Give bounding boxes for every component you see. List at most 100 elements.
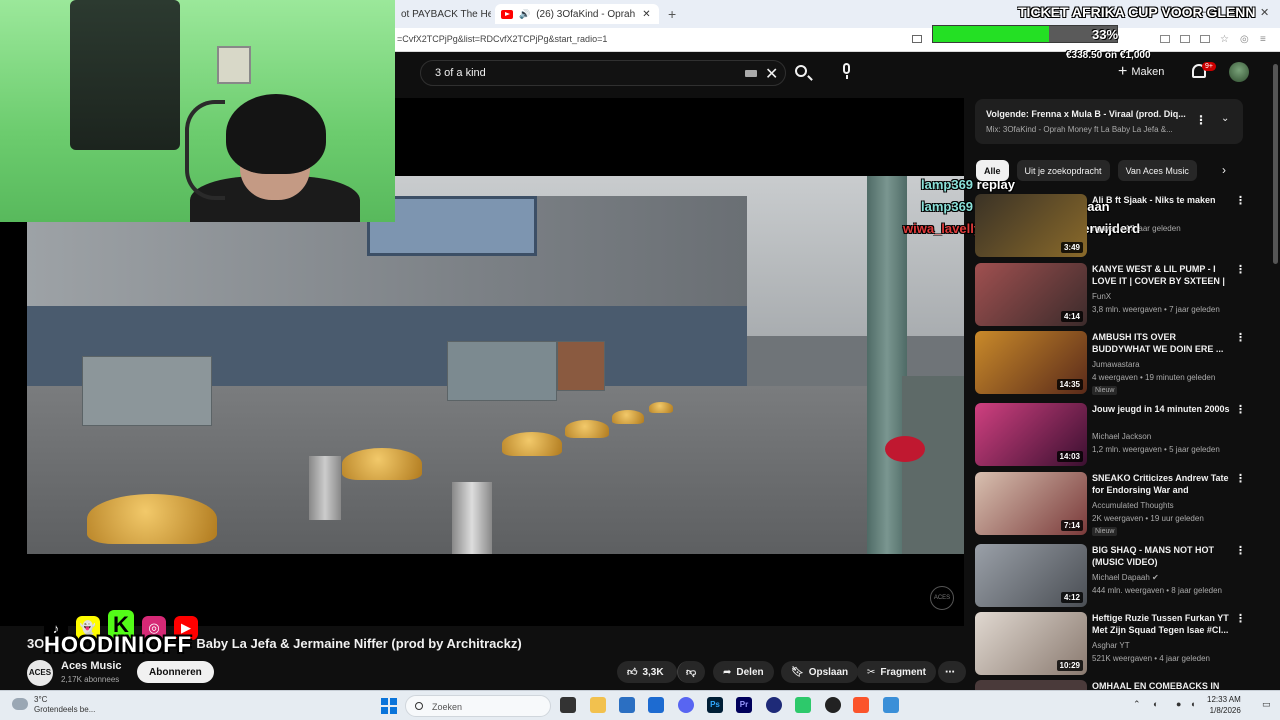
menu-icon[interactable]: ≡ bbox=[1260, 34, 1266, 45]
item-menu-icon[interactable]: ⋮ bbox=[1235, 331, 1246, 344]
shield-icon[interactable]: ◎ bbox=[1240, 34, 1249, 45]
recommendation-title[interactable]: Ali B ft Sjaak - Niks te maken bbox=[1092, 194, 1230, 206]
recommendation-item[interactable]: 14:03 Jouw jeugd in 14 minuten 2000s Mic… bbox=[975, 403, 1246, 467]
item-menu-icon[interactable]: ⋮ bbox=[1235, 544, 1246, 557]
recommendation-channel[interactable]: FunX bbox=[1092, 292, 1111, 301]
task-view-icon[interactable] bbox=[560, 697, 576, 713]
chip-all[interactable]: Alle bbox=[976, 160, 1009, 181]
item-menu-icon[interactable]: ⋮ bbox=[1235, 612, 1246, 625]
system-clock[interactable]: 12:33 AM 1/8/2026 bbox=[1207, 694, 1241, 716]
recommendation-item[interactable]: 7:14 SNEAKO Criticizes Andrew Tate for E… bbox=[975, 472, 1246, 536]
tray-overflow-icon[interactable]: ⌃ bbox=[1133, 699, 1141, 710]
app-icon[interactable] bbox=[883, 697, 899, 713]
search-input[interactable]: 3 of a kind ✕ bbox=[420, 60, 786, 86]
video-thumbnail[interactable]: 4:14 bbox=[975, 263, 1087, 326]
channel-name[interactable]: Aces Music bbox=[61, 660, 122, 672]
recommendation-channel[interactable]: Michael Jackson bbox=[1092, 432, 1151, 441]
discord-icon[interactable] bbox=[678, 697, 694, 713]
create-button[interactable]: + Maken bbox=[1118, 60, 1164, 84]
video-thumbnail[interactable] bbox=[975, 680, 1087, 690]
taskbar-search[interactable]: Zoeken bbox=[405, 695, 551, 717]
weather-widget[interactable]: 3°C Grotendeels be... bbox=[34, 695, 95, 715]
microphone-tray-icon[interactable]: ● bbox=[1176, 699, 1181, 709]
scrollbar-thumb[interactable] bbox=[1273, 64, 1278, 264]
video-thumbnail[interactable]: 3:49 bbox=[975, 194, 1087, 257]
arc-browser-icon[interactable] bbox=[766, 697, 782, 713]
search-button[interactable] bbox=[788, 61, 816, 87]
recommendation-channel[interactable]: Asghar YT bbox=[1092, 641, 1130, 650]
start-button[interactable] bbox=[381, 698, 397, 714]
browser-tab[interactable]: ot PAYBACK The Helmet bbox=[395, 4, 491, 24]
new-tab-button[interactable]: + bbox=[662, 4, 682, 24]
clip-button[interactable]: ✂ Fragment bbox=[857, 661, 936, 683]
chip-from-search[interactable]: Uit je zoekopdracht bbox=[1016, 160, 1110, 181]
up-next-menu-icon[interactable]: ⋮ bbox=[1195, 113, 1207, 127]
premiere-icon[interactable]: Pr bbox=[736, 697, 752, 713]
recommendation-channel[interactable]: Accumulated Thoughts bbox=[1092, 501, 1174, 510]
recommendation-channel[interactable]: Jumawastara bbox=[1092, 360, 1140, 369]
recommendation-title[interactable]: AMBUSH ITS OVER BUDDYWHAT WE DOIN ERE ..… bbox=[1092, 331, 1230, 355]
recommendation-title[interactable]: BIG SHAQ - MANS NOT HOT (MUSIC VIDEO) bbox=[1092, 544, 1230, 568]
search-query[interactable]: 3 of a kind bbox=[435, 67, 486, 79]
channel-watermark[interactable]: ACES bbox=[930, 586, 954, 610]
url-field[interactable]: =CvfX2TCPjPg&list=RDCvfX2TCPjPg&start_ra… bbox=[397, 34, 607, 44]
chip-from-channel[interactable]: Van Aces Music bbox=[1117, 160, 1197, 181]
recommendation-title[interactable]: KANYE WEST & LIL PUMP - I LOVE IT | COVE… bbox=[1092, 263, 1230, 288]
video-thumbnail[interactable]: 14:35 bbox=[975, 331, 1087, 394]
channel-avatar[interactable]: ACES bbox=[27, 660, 53, 686]
chevron-right-icon[interactable]: › bbox=[1222, 163, 1226, 177]
wallet-icon[interactable] bbox=[1200, 35, 1210, 43]
calculator-icon[interactable] bbox=[619, 697, 635, 713]
video-thumbnail[interactable]: 10:29 bbox=[975, 612, 1087, 675]
recommendation-item[interactable]: 4:12 BIG SHAQ - MANS NOT HOT (MUSIC VIDE… bbox=[975, 544, 1246, 608]
subscribe-button[interactable]: Abonneren bbox=[137, 661, 214, 683]
recommendation-title[interactable]: SNEAKO Criticizes Andrew Tate for Endors… bbox=[1092, 472, 1230, 497]
up-next-title[interactable]: Volgende: Frenna x Mula B - Viraal (prod… bbox=[986, 109, 1196, 119]
video-frame[interactable] bbox=[27, 176, 964, 554]
file-explorer-icon[interactable] bbox=[590, 697, 606, 713]
favorites-icon[interactable]: ☆ bbox=[1220, 34, 1229, 45]
item-menu-icon[interactable]: ⋮ bbox=[1235, 403, 1246, 416]
video-thumbnail[interactable]: 4:12 bbox=[975, 544, 1087, 607]
obs-icon[interactable] bbox=[825, 697, 841, 713]
recommendation-item[interactable]: 14:35 AMBUSH ITS OVER BUDDYWHAT WE DOIN … bbox=[975, 331, 1246, 395]
outlook-icon[interactable] bbox=[648, 697, 664, 713]
item-menu-icon[interactable]: ⋮ bbox=[1235, 472, 1246, 485]
video-thumbnail[interactable]: 7:14 bbox=[975, 472, 1087, 535]
network-icon[interactable]: ◐ bbox=[1153, 699, 1158, 709]
close-window-button[interactable]: ✕ bbox=[1260, 6, 1269, 19]
install-app-icon[interactable] bbox=[912, 35, 922, 43]
extension-icon[interactable] bbox=[1160, 35, 1170, 43]
brave-browser-icon[interactable] bbox=[853, 697, 869, 713]
like-button[interactable]: 👍︎ 3,3K bbox=[617, 661, 677, 683]
recommendation-channel[interactable]: Michael Dapaah ✔ bbox=[1092, 573, 1159, 582]
chevron-down-icon[interactable]: ⌄ bbox=[1221, 113, 1229, 124]
up-next-card[interactable]: Volgende: Frenna x Mula B - Viraal (prod… bbox=[975, 99, 1243, 144]
photoshop-icon[interactable]: Ps bbox=[707, 697, 723, 713]
item-menu-icon[interactable]: ⋮ bbox=[1235, 263, 1246, 276]
sidebar-icon[interactable] bbox=[1180, 35, 1190, 43]
recommendation-item[interactable]: OMHAAL EN COMEBACKS IN bbox=[975, 680, 1245, 690]
notification-center-icon[interactable]: ▭ bbox=[1262, 699, 1271, 710]
recommendation-title[interactable]: Heftige Ruzie Tussen Furkan YT Met Zijn … bbox=[1092, 612, 1230, 636]
dislike-button[interactable]: 👎︎ bbox=[677, 661, 705, 683]
keyboard-icon[interactable] bbox=[745, 70, 757, 77]
more-actions-button[interactable]: ⋯ bbox=[938, 661, 966, 683]
video-thumbnail[interactable]: 14:03 bbox=[975, 403, 1087, 466]
voice-search-button[interactable] bbox=[834, 58, 860, 84]
browser-tab-active[interactable]: 🔊 (26) 3OfaKind - Oprah Mone ✕ bbox=[495, 4, 659, 24]
volume-icon[interactable]: ◖ bbox=[1190, 699, 1195, 709]
weather-cloud-icon[interactable] bbox=[12, 698, 28, 710]
recommendation-title[interactable]: OMHAAL EN COMEBACKS IN bbox=[1092, 680, 1230, 690]
streamlabs-icon[interactable] bbox=[795, 697, 811, 713]
save-button[interactable]: 🔖︎ Opslaan bbox=[781, 661, 859, 683]
recommendation-item[interactable]: 4:14 KANYE WEST & LIL PUMP - I LOVE IT |… bbox=[975, 263, 1246, 327]
tab-close-icon[interactable]: ✕ bbox=[642, 9, 650, 20]
account-avatar[interactable] bbox=[1229, 62, 1249, 82]
recommendation-title[interactable]: Jouw jeugd in 14 minuten 2000s bbox=[1092, 403, 1230, 415]
share-button[interactable]: ➦ Delen bbox=[713, 661, 774, 683]
item-menu-icon[interactable]: ⋮ bbox=[1235, 194, 1246, 207]
recommendation-item[interactable]: 10:29 Heftige Ruzie Tussen Furkan YT Met… bbox=[975, 612, 1246, 676]
recommendation-item[interactable]: 3:49 Ali B ft Sjaak - Niks te maken ngav… bbox=[975, 194, 1246, 258]
clear-search-icon[interactable]: ✕ bbox=[765, 64, 778, 84]
